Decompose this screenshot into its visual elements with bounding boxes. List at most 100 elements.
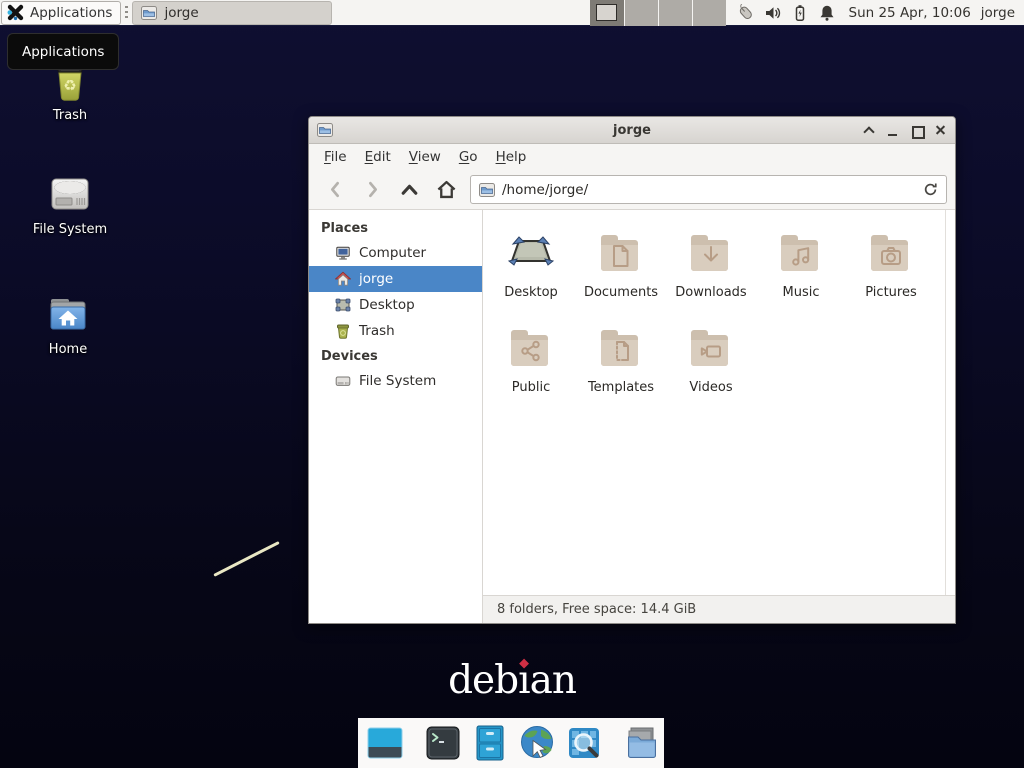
folder-icon-share-glyph [507,323,555,371]
file-manager-window: jorge FileEditViewGoHelp /home/jorge/ Pl… [308,116,956,624]
shade-button[interactable] [862,124,875,137]
sidebar-item-trash[interactable]: Trash [309,318,482,344]
workspace-2[interactable] [624,0,658,26]
workspace-1[interactable] [590,0,624,26]
debian-logo: debıan [448,660,576,703]
file-item-videos[interactable]: Videos [666,319,756,414]
folder-icon-music-glyph [777,228,825,276]
desktop-icon-home[interactable]: Home [20,290,116,357]
applications-menu-label: Applications [30,5,112,21]
location-path[interactable]: /home/jorge/ [502,182,588,198]
app-finder-icon[interactable] [564,723,604,763]
file-item-public[interactable]: Public [486,319,576,414]
desktop-line-artifact [213,541,279,577]
reload-icon[interactable] [923,182,938,197]
window-titlebar[interactable]: jorge [309,117,955,144]
main-column: Desktop Documents Downloads Music Pictur… [483,210,955,623]
file-item-music[interactable]: Music [756,224,846,319]
directory-menu-icon[interactable] [622,723,662,763]
panel-user-menu[interactable]: jorge [981,5,1015,21]
desktop-sidebar-icon [335,297,351,313]
debian-logo-text: an [530,658,576,703]
folder-small-icon [141,5,157,21]
desktop-icon-label: File System [22,222,118,237]
volume-icon[interactable] [763,3,783,23]
file-item-desktop[interactable]: Desktop [486,224,576,319]
menu-help[interactable]: Help [487,145,536,169]
file-item-templates[interactable]: Templates [576,319,666,414]
window-body: Places Computer jorge Desktop Trash Devi… [309,210,955,623]
scrollbar-track[interactable] [945,210,946,595]
menu-view[interactable]: View [400,145,450,169]
desktop-special-icon [507,228,555,276]
file-item-label: Desktop [504,285,558,300]
location-bar[interactable]: /home/jorge/ [470,175,947,204]
sidebar-item-file-system[interactable]: File System [309,368,482,394]
debian-logo-i-dot: ı [518,658,529,703]
file-item-label: Documents [584,285,658,300]
sidebar-item-jorge[interactable]: jorge [309,266,482,292]
places-sidebar: Places Computer jorge Desktop Trash Devi… [309,210,483,623]
computer-icon [335,245,351,261]
drive-desktop-icon [46,170,94,218]
dock-panel [358,718,664,768]
forward-icon[interactable] [354,175,391,205]
show-desktop-icon[interactable] [365,723,405,763]
file-item-documents[interactable]: Documents [576,224,666,319]
minimize-button[interactable] [886,124,899,137]
folder-icon-video-glyph [687,323,735,371]
taskbar-button-label: jorge [164,5,198,21]
close-button[interactable] [934,124,947,137]
desktop-icon-file-system[interactable]: File System [22,170,118,237]
web-browser-icon[interactable] [517,723,557,763]
workspace-pager[interactable] [590,0,726,26]
battery-icon[interactable] [790,3,810,23]
menu-edit[interactable]: Edit [356,145,400,169]
sidebar-item-label: jorge [359,271,393,287]
top-panel: Applications jorge Sun 25 Apr, 10:06 jor… [0,0,1024,26]
system-tray [736,3,837,23]
home-icon[interactable] [428,175,465,205]
back-icon[interactable] [317,175,354,205]
window-controls [862,124,947,137]
applications-tooltip-text: Applications [22,44,104,60]
sidebar-header-places: Places [309,216,482,240]
drive-sidebar-icon [335,373,351,389]
sidebar-item-desktop[interactable]: Desktop [309,292,482,318]
folder-icon-download-glyph [687,228,735,276]
file-item-label: Public [512,380,550,395]
folder-icon-camera-glyph [867,228,915,276]
panel-handle[interactable] [125,6,128,20]
menu-file[interactable]: File [315,145,356,169]
file-item-downloads[interactable]: Downloads [666,224,756,319]
file-item-label: Videos [689,380,732,395]
workspace-3[interactable] [658,0,692,26]
window-title: jorge [309,123,955,138]
sidebar-item-label: Desktop [359,297,415,313]
menubar: FileEditViewGoHelp [309,144,955,170]
folder-icon-template-glyph [597,323,645,371]
applications-menu-button[interactable]: Applications [1,1,121,25]
statusbar-text: 8 folders, Free space: 14.4 GiB [497,602,696,617]
sidebar-item-computer[interactable]: Computer [309,240,482,266]
file-item-pictures[interactable]: Pictures [846,224,936,319]
applications-tooltip: Applications [7,33,119,70]
notifications-icon[interactable] [817,3,837,23]
sidebar-item-label: Trash [359,323,395,339]
maximize-button[interactable] [910,124,923,137]
input-device-icon[interactable] [736,3,756,23]
file-icon-view[interactable]: Desktop Documents Downloads Music Pictur… [483,210,955,595]
panel-clock[interactable]: Sun 25 Apr, 10:06 [849,5,971,21]
taskbar-button-jorge[interactable]: jorge [132,1,332,25]
file-item-label: Downloads [675,285,746,300]
file-cabinet-icon[interactable] [470,723,510,763]
toolbar: /home/jorge/ [309,170,955,210]
xfce-applications-icon [6,3,25,22]
sidebar-item-label: Computer [359,245,426,261]
terminal-icon[interactable] [423,723,463,763]
desktop-icon-label: Home [20,342,116,357]
folder-icon-document-glyph [597,228,645,276]
menu-go[interactable]: Go [450,145,487,169]
up-icon[interactable] [391,175,428,205]
workspace-4[interactable] [692,0,726,26]
